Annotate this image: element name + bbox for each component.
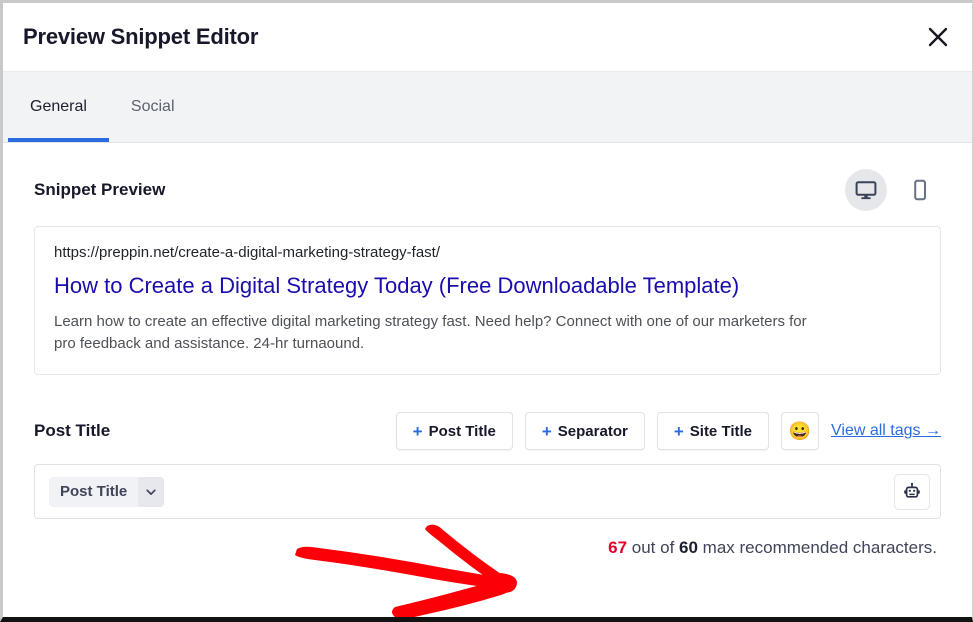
add-site-title-button[interactable]: + Site Title: [656, 412, 770, 451]
add-separator-label: Separator: [557, 422, 628, 440]
snippet-preview-card: https://preppin.net/create-a-digital-mar…: [34, 226, 941, 376]
page-title: Preview Snippet Editor: [23, 24, 259, 49]
character-counter-suffix: max recommended characters.: [697, 538, 937, 558]
character-count-max: 60: [679, 538, 698, 558]
tab-general-label: General: [30, 98, 87, 115]
post-title-tag-chip[interactable]: Post Title: [49, 476, 165, 507]
emoji-picker-button[interactable]: 😀: [781, 412, 820, 451]
robot-icon: [904, 482, 920, 498]
tab-general[interactable]: General: [8, 72, 109, 142]
preview-snippet-editor-modal: Preview Snippet Editor General Social Sn…: [0, 0, 973, 622]
plus-icon: +: [673, 421, 684, 441]
tab-social[interactable]: Social: [109, 72, 197, 142]
view-all-tags-link[interactable]: View all tags →: [831, 422, 941, 440]
add-post-title-label: Post Title: [428, 422, 496, 440]
snippet-title[interactable]: How to Create a Digital Strategy Today (…: [54, 272, 921, 301]
tab-bar: General Social: [3, 72, 972, 143]
tab-social-label: Social: [130, 98, 175, 115]
snippet-url: https://preppin.net/create-a-digital-mar…: [54, 244, 441, 261]
post-title-tag-chip-label: Post Title: [60, 483, 128, 501]
character-count-value: 67: [608, 538, 628, 558]
grinning-face-icon: 😀: [788, 420, 812, 441]
modal-header: Preview Snippet Editor: [3, 3, 972, 72]
mobile-icon[interactable]: [899, 169, 941, 211]
ai-generate-button[interactable]: [894, 473, 930, 510]
snippet-preview-title: Snippet Preview: [34, 180, 166, 199]
plus-icon: +: [541, 421, 552, 441]
add-post-title-button[interactable]: + Post Title: [395, 412, 513, 451]
add-site-title-label: Site Title: [689, 422, 753, 440]
device-toggle: [845, 169, 941, 211]
modal-body: Snippet Preview https://preppin.net/crea…: [3, 143, 972, 559]
character-counter-middle: out of: [627, 538, 680, 558]
close-icon[interactable]: [921, 20, 955, 54]
post-title-label: Post Title: [34, 421, 111, 441]
post-title-field-header: Post Title + Post Title + Separator + Si…: [34, 412, 941, 451]
snippet-description: Learn how to create an effective digital…: [54, 313, 807, 353]
desktop-icon[interactable]: [845, 169, 887, 211]
character-counter: 67 out of 60 max recommended characters.: [34, 538, 941, 558]
add-separator-button[interactable]: + Separator: [524, 412, 645, 451]
plus-icon: +: [412, 421, 423, 441]
snippet-preview-header: Snippet Preview: [34, 169, 941, 211]
post-title-input[interactable]: Post Title: [34, 464, 941, 520]
chevron-down-icon[interactable]: [138, 476, 165, 507]
